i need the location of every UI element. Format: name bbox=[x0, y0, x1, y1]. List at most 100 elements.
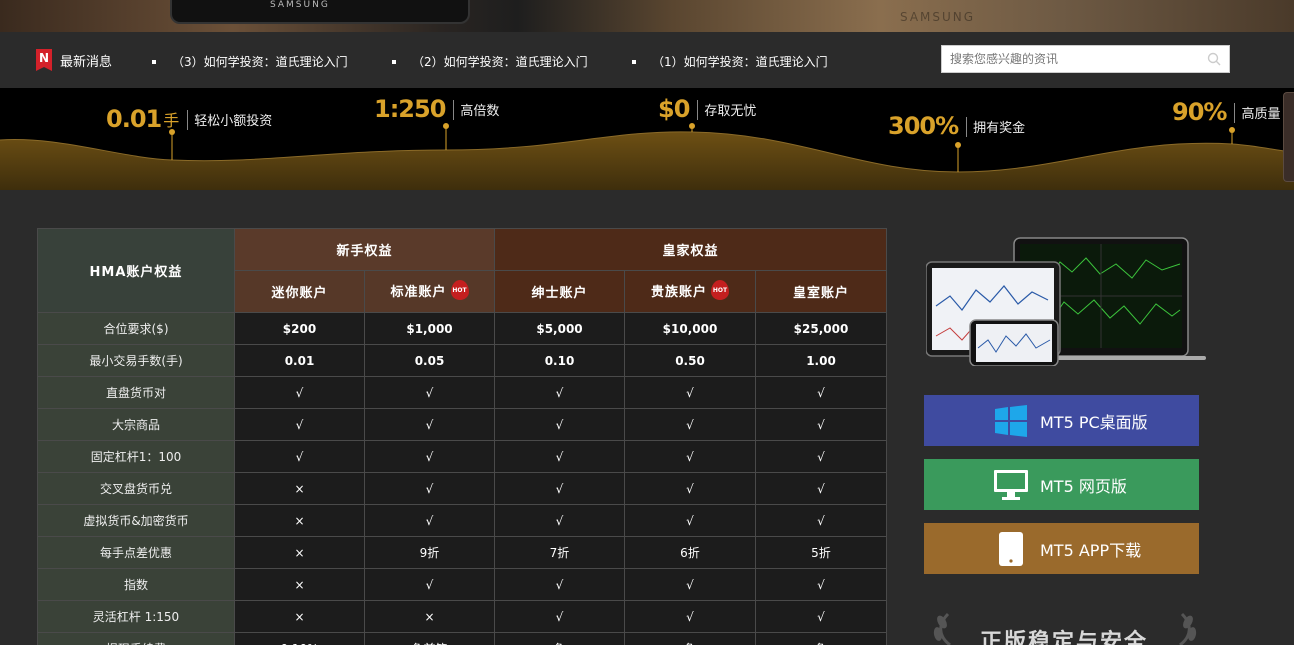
mt5-pc-download-button[interactable]: MT5 PC桌面版 bbox=[924, 395, 1199, 446]
table-cell: √ bbox=[755, 472, 887, 505]
table-row: 大宗商品 √ √ √ √ √ bbox=[37, 408, 887, 441]
table-row: 每手点差优惠 × 9折 7折 6折 5折 bbox=[37, 536, 887, 569]
side-float-tab[interactable] bbox=[1283, 92, 1294, 182]
search-input[interactable] bbox=[942, 46, 1192, 72]
stat-deposit: $0 存取无忧 bbox=[658, 95, 757, 123]
mt5-devices-image bbox=[926, 237, 1206, 366]
table-cell: √ bbox=[624, 504, 756, 537]
table-corner-header: HMA账户权益 bbox=[37, 228, 235, 313]
table-cell: √ bbox=[624, 408, 756, 441]
security-title: 正版稳定与安全 bbox=[980, 630, 1149, 645]
table-row: 虚拟货币&加密货币 × √ √ √ √ bbox=[37, 504, 887, 537]
table-cell: 7折 bbox=[494, 536, 625, 569]
bullet-icon bbox=[152, 59, 156, 64]
table-cell: 0.50 bbox=[624, 344, 756, 377]
row-label: 直盘货币对 bbox=[37, 376, 235, 409]
table-row: 灵活杠杆 1:150 × × √ √ √ bbox=[37, 600, 887, 633]
table-cell: 免 bbox=[755, 632, 887, 645]
page: SAMSUNG SAMSUNG N 最新消息 （3）如何学投资：道氏理论入门 （… bbox=[0, 0, 1294, 645]
header-account-standard: 标准账户 HOT bbox=[364, 270, 495, 313]
table-cell: × bbox=[234, 568, 365, 601]
table-cell: √ bbox=[364, 472, 495, 505]
stat-min-lot: 0.01 手轻松小额投资 bbox=[106, 105, 273, 133]
table-cell: 1.00 bbox=[755, 344, 887, 377]
table-cell: $10,000 bbox=[624, 312, 756, 345]
table-cell: √ bbox=[494, 504, 625, 537]
table-cell: $1,000 bbox=[364, 312, 495, 345]
header-group-royal: 皇家权益 bbox=[494, 228, 887, 271]
news-badge-icon: N bbox=[36, 49, 52, 71]
table-cell: √ bbox=[494, 472, 625, 505]
table-cell: 0.10% bbox=[234, 632, 365, 645]
table-cell: √ bbox=[234, 408, 365, 441]
table-cell: √ bbox=[755, 568, 887, 601]
table-row: 合位要求($) $200 $1,000 $5,000 $10,000 $25,000 bbox=[37, 312, 887, 345]
table-cell: √ bbox=[755, 408, 887, 441]
table-cell: √ bbox=[494, 600, 625, 633]
table-cell: √ bbox=[624, 600, 756, 633]
table-cell: × bbox=[364, 600, 495, 633]
table-cell: × bbox=[234, 504, 365, 537]
search-box bbox=[941, 45, 1230, 73]
table-cell: 9折 bbox=[364, 536, 495, 569]
table-row: 固定杠杆1：100 √ √ √ √ √ bbox=[37, 440, 887, 473]
table-cell: 6折 bbox=[624, 536, 756, 569]
news-item-3[interactable]: （3）如何学投资：道氏理论入门 bbox=[152, 53, 348, 70]
table-row: 最小交易手数(手) 0.01 0.05 0.10 0.50 1.00 bbox=[37, 344, 887, 377]
row-label: 灵活杠杆 1:150 bbox=[37, 600, 235, 633]
stat-bonus: 300% 拥有奖金 bbox=[888, 112, 1026, 140]
header-account-mini: 迷你账户 bbox=[234, 270, 365, 313]
header-group-new: 新手权益 bbox=[234, 228, 495, 271]
table-cell: √ bbox=[624, 440, 756, 473]
stats-band: 0.01 手轻松小额投资 1:250 高倍数 $0 存取无忧 300% 拥有奖金 90%… bbox=[0, 88, 1294, 190]
mt5-web-button[interactable]: MT5 网页版 bbox=[924, 459, 1199, 510]
row-label: 虚拟货币&加密货币 bbox=[37, 504, 235, 537]
row-label: 指数 bbox=[37, 568, 235, 601]
search-icon[interactable] bbox=[1207, 52, 1221, 66]
table-cell: 0.05 bbox=[364, 344, 495, 377]
account-benefits-table: HMA账户权益 新手权益 皇家权益 迷你账户 标准账户 HOT 绅士账户 贵族账户… bbox=[37, 228, 887, 645]
table-cell: √ bbox=[624, 376, 756, 409]
stat-quality: 90% 高质量 bbox=[1172, 98, 1281, 126]
banner-photo: SAMSUNG SAMSUNG bbox=[0, 0, 1294, 32]
news-item-1[interactable]: （1）如何学投资：道氏理论入门 bbox=[632, 53, 828, 70]
table-cell: √ bbox=[364, 376, 495, 409]
bullet-icon bbox=[632, 59, 636, 64]
table-cell: √ bbox=[755, 600, 887, 633]
phone-icon bbox=[994, 531, 1028, 566]
table-cell: 免 bbox=[624, 632, 756, 645]
banner-brand-2: SAMSUNG bbox=[900, 10, 976, 24]
table-cell: 免 bbox=[494, 632, 625, 645]
news-item-2[interactable]: （2）如何学投资：道氏理论入门 bbox=[392, 53, 588, 70]
row-label: 合位要求($) bbox=[37, 312, 235, 345]
mt5-app-download-button[interactable]: MT5 APP下载 bbox=[924, 523, 1199, 574]
table-cell: √ bbox=[494, 440, 625, 473]
table-cell: √ bbox=[624, 568, 756, 601]
table-cell: √ bbox=[234, 440, 365, 473]
table-cell: √ bbox=[234, 376, 365, 409]
news-bar: N 最新消息 （3）如何学投资：道氏理论入门 （2）如何学投资：道氏理论入门 （… bbox=[0, 32, 1294, 88]
header-account-royal: 皇室账户 bbox=[755, 270, 887, 313]
table-cell: × bbox=[234, 536, 365, 569]
table-row: 提现手续费0.10%免首笔免免免 bbox=[37, 632, 887, 645]
table-cell: 0.10 bbox=[494, 344, 625, 377]
table-cell: √ bbox=[755, 440, 887, 473]
table-cell: × bbox=[234, 472, 365, 505]
table-cell: $25,000 bbox=[755, 312, 887, 345]
header-account-noble: 贵族账户 HOT bbox=[624, 270, 756, 313]
bullet-icon bbox=[392, 59, 396, 64]
monitor-icon bbox=[994, 468, 1028, 502]
table-cell: √ bbox=[494, 568, 625, 601]
table-row: 直盘货币对 √ √ √ √ √ bbox=[37, 376, 887, 409]
row-label: 固定杠杆1：100 bbox=[37, 440, 235, 473]
table-cell: $5,000 bbox=[494, 312, 625, 345]
table-cell: √ bbox=[364, 568, 495, 601]
hot-badge-icon: HOT bbox=[450, 280, 469, 301]
table-cell: √ bbox=[755, 376, 887, 409]
table-cell: √ bbox=[494, 408, 625, 441]
news-title: 最新消息 bbox=[60, 55, 113, 70]
table-cell: √ bbox=[364, 408, 495, 441]
table-cell: √ bbox=[755, 504, 887, 537]
row-label: 大宗商品 bbox=[37, 408, 235, 441]
table-cell: √ bbox=[364, 440, 495, 473]
